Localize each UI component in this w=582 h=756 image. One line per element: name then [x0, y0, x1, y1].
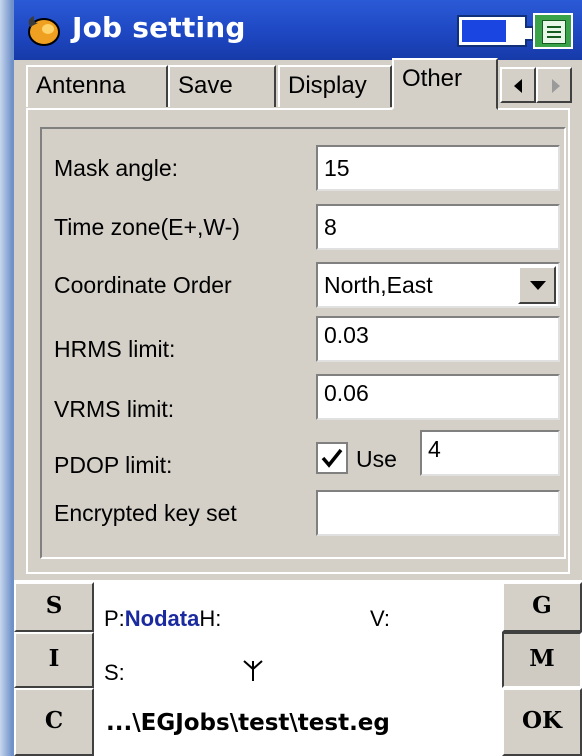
- tab-other-label: Other: [402, 65, 463, 92]
- tab-save-label: Save: [178, 72, 233, 99]
- coordinate-order-label: Coordinate Order: [54, 272, 232, 298]
- hrms-limit-field[interactable]: 0.03: [316, 316, 560, 362]
- i-button[interactable]: I: [14, 632, 94, 688]
- battery-icon[interactable]: [457, 15, 534, 47]
- s-button[interactable]: S: [14, 582, 94, 632]
- title-bar: Job setting: [14, 0, 582, 60]
- tab-antenna-label: Antenna: [36, 72, 126, 99]
- encrypted-key-label: Encrypted key set: [54, 500, 237, 526]
- position-status: P:NodataH:: [104, 606, 221, 632]
- app-logo-icon: [28, 16, 60, 46]
- mask-angle-label: Mask angle:: [54, 155, 179, 181]
- job-setting-window: Job setting Antenna Save Display Other M…: [14, 0, 582, 756]
- pdop-limit-label: PDOP limit:: [54, 452, 173, 478]
- m-button[interactable]: M: [502, 632, 582, 688]
- ok-button[interactable]: OK: [502, 688, 582, 756]
- tab-display[interactable]: Display: [278, 65, 392, 107]
- coordinate-order-select[interactable]: North,East: [316, 262, 560, 308]
- time-zone-label: Time zone(E+,W-): [54, 214, 240, 240]
- c-button[interactable]: C: [14, 688, 94, 756]
- encrypted-key-field[interactable]: [316, 490, 560, 536]
- pdop-use-checkbox[interactable]: [316, 442, 348, 474]
- chevron-down-icon: [530, 281, 546, 290]
- window-title: Job setting: [72, 11, 246, 44]
- v-label: V:: [370, 606, 390, 631]
- g-button-label: G: [532, 592, 552, 619]
- vrms-limit-label: VRMS limit:: [54, 396, 175, 422]
- time-zone-field[interactable]: 8: [316, 204, 560, 250]
- h-label: H:: [199, 606, 222, 631]
- dropdown-arrow-button[interactable]: [518, 266, 556, 304]
- g-button[interactable]: G: [502, 582, 582, 632]
- p-value: Nodata: [124, 606, 200, 631]
- tab-display-label: Display: [288, 72, 367, 99]
- c-button-label: C: [44, 707, 64, 734]
- hrms-limit-label: HRMS limit:: [54, 336, 176, 362]
- job-file-path: ...\EGJobs\test\test.eg: [106, 710, 390, 736]
- s-label: S:: [104, 660, 125, 685]
- i-button-label: I: [48, 645, 60, 672]
- tab-antenna[interactable]: Antenna: [26, 65, 168, 107]
- pdop-limit-field[interactable]: 4: [420, 430, 560, 476]
- tab-other[interactable]: Other: [392, 58, 498, 110]
- arrow-left-icon: [514, 79, 522, 93]
- m-button-label: M: [529, 645, 555, 672]
- mask-angle-field[interactable]: 15: [316, 145, 560, 191]
- tab-scroll-buttons: [500, 67, 572, 103]
- s-button-label: S: [45, 592, 63, 619]
- notes-icon[interactable]: [533, 13, 573, 49]
- vrms-limit-field[interactable]: 0.06: [316, 374, 560, 420]
- tab-save[interactable]: Save: [168, 65, 276, 107]
- coordinate-order-value: North,East: [324, 272, 433, 298]
- arrow-right-icon: [552, 79, 560, 93]
- ok-button-label: OK: [521, 707, 563, 734]
- p-label: P:: [104, 606, 125, 631]
- tab-scroll-left-button[interactable]: [500, 67, 536, 103]
- tab-scroll-right-button[interactable]: [536, 67, 572, 103]
- pdop-use-label: Use: [356, 446, 397, 472]
- checkmark-icon: [321, 448, 343, 468]
- antenna-icon: [243, 660, 263, 681]
